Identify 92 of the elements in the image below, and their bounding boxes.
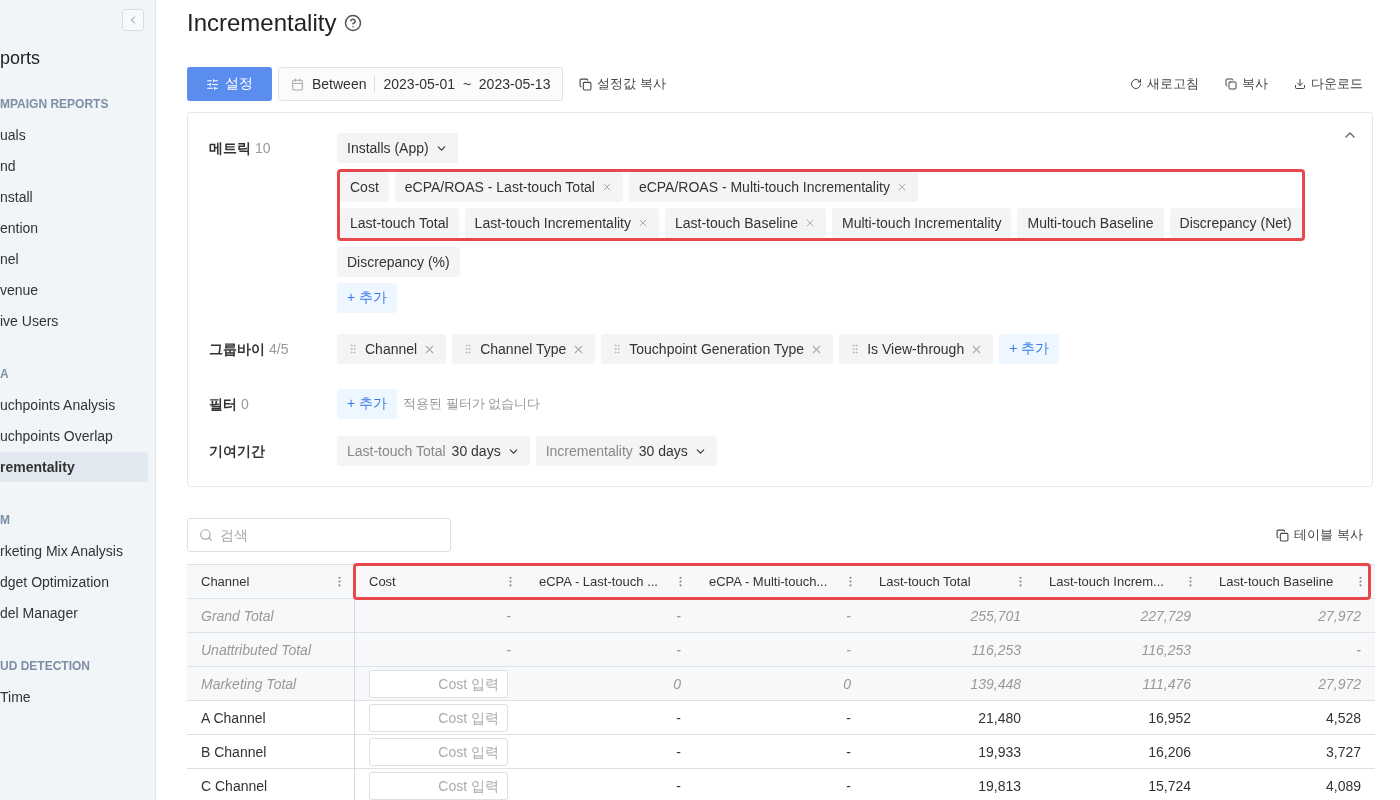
table-cell: - xyxy=(695,633,865,667)
toolbar-action-button[interactable]: 새로고침 xyxy=(1120,69,1209,99)
table-cell: 111,476 xyxy=(1035,667,1205,701)
drag-handle-icon[interactable] xyxy=(347,343,359,355)
table-cell: - xyxy=(355,633,525,667)
sidebar-section-heading: MPAIGN REPORTS xyxy=(0,96,110,113)
table-cell: 116,253 xyxy=(865,633,1035,667)
date-range: 2023-05-01 ~ 2023-05-13 xyxy=(383,76,551,92)
metric-chip[interactable]: Multi-touch Incrementality xyxy=(831,208,1012,238)
sidebar-title: ports xyxy=(0,47,42,70)
download-icon xyxy=(1294,78,1306,90)
table-cell: - xyxy=(1205,633,1375,667)
row-label: B Channel xyxy=(187,735,355,769)
cost-input-field[interactable]: Cost 입력 xyxy=(369,737,508,766)
sidebar-item[interactable]: Time xyxy=(0,682,148,712)
group-by-chip[interactable]: Channel Type xyxy=(452,334,596,364)
cost-input-field[interactable]: Cost 입력 xyxy=(369,771,508,800)
metric-chip[interactable]: Multi-touch Baseline xyxy=(1017,208,1164,238)
event-dropdown[interactable]: Installs (App) xyxy=(337,133,458,163)
sidebar-section-heading: M xyxy=(0,512,11,529)
table-cell: 27,972 xyxy=(1205,667,1375,701)
empty-filter-text: 적용된 필터가 없습니다 xyxy=(403,395,541,413)
table-cell: - xyxy=(525,599,695,633)
column-header[interactable]: Channel xyxy=(187,565,355,599)
row-label: A Channel xyxy=(187,701,355,735)
add-filter-button[interactable]: + 추가 xyxy=(337,389,398,419)
metric-chip[interactable]: eCPA/ROAS - Multi-touch Incrementality xyxy=(628,172,918,202)
sidebar-section-heading: UD DETECTION xyxy=(0,658,91,675)
copy-icon xyxy=(579,77,593,91)
sidebar-item[interactable]: uchpoints Analysis xyxy=(0,390,148,420)
metric-label: 메트릭 10 xyxy=(209,139,272,158)
copy-icon xyxy=(1276,528,1290,542)
sidebar-item[interactable]: ive Users xyxy=(0,306,148,336)
sidebar-item[interactable]: rementality xyxy=(0,452,148,482)
table-cell: 0 xyxy=(695,667,865,701)
copy-settings-button[interactable]: 설정값 복사 xyxy=(569,69,677,99)
copy-table-button[interactable]: 테이블 복사 xyxy=(1266,520,1373,550)
filter-label: 필터 0 xyxy=(209,395,250,414)
metric-chip[interactable]: Last-touch Total xyxy=(340,208,459,238)
metric-chip[interactable]: Last-touch Baseline xyxy=(665,208,826,238)
sidebar-item[interactable]: dget Optimization xyxy=(0,567,148,597)
add-group-by-button[interactable]: + 추가 xyxy=(999,334,1060,364)
page-title: Incrementality xyxy=(187,9,337,37)
table-cell: 27,972 xyxy=(1205,599,1375,633)
table-cell: 139,448 xyxy=(865,667,1035,701)
toolbar-action-button[interactable]: 다운로드 xyxy=(1284,69,1373,99)
date-range-button[interactable]: Between 2023-05-01 ~ 2023-05-13 xyxy=(278,67,564,101)
cost-input-field[interactable]: Cost 입력 xyxy=(369,703,508,732)
add-metric-button[interactable]: + 추가 xyxy=(337,283,398,313)
date-mode: Between xyxy=(312,76,367,92)
row-label: Grand Total xyxy=(187,599,355,633)
group-by-label: 그룹바이 4/5 xyxy=(209,340,290,359)
refresh-icon xyxy=(1130,78,1142,90)
cost-input-field[interactable]: Cost 입력 xyxy=(369,669,508,698)
metric-chip[interactable]: Cost xyxy=(340,172,389,202)
calendar-icon xyxy=(291,77,304,91)
table-cell: - xyxy=(355,599,525,633)
table-cell: - xyxy=(695,599,865,633)
table-cell: 0 xyxy=(525,667,695,701)
group-by-chip[interactable]: Is View-through xyxy=(839,334,994,364)
sidebar-item[interactable]: nstall xyxy=(0,182,148,212)
copy-icon xyxy=(1225,78,1237,90)
metric-chip[interactable]: Discrepancy (%) xyxy=(337,247,460,277)
metric-chip[interactable]: Discrepancy (Net) xyxy=(1169,208,1302,238)
row-label: Unattributed Total xyxy=(187,633,355,667)
sidebar-item[interactable]: del Manager xyxy=(0,598,148,628)
sidebar-item[interactable]: uchpoints Overlap xyxy=(0,421,148,451)
search-field[interactable]: 검색 xyxy=(187,518,451,552)
sidebar-item[interactable]: uals xyxy=(0,120,148,150)
sidebar-item[interactable]: rketing Mix Analysis xyxy=(0,536,148,566)
attribution-window-dropdown[interactable]: Last-touch Total 30 days xyxy=(337,436,530,466)
sidebar-item[interactable]: nd xyxy=(0,151,148,181)
sidebar-section-heading: A xyxy=(0,366,10,383)
collapse-sidebar-button[interactable] xyxy=(122,9,144,31)
row-label: Marketing Total xyxy=(187,667,355,701)
table-cell: 255,701 xyxy=(865,599,1035,633)
toolbar-action-button[interactable]: 복사 xyxy=(1215,69,1278,99)
close-icon[interactable] xyxy=(637,217,649,229)
sidebar-item[interactable]: venue xyxy=(0,275,148,305)
help-icon[interactable] xyxy=(344,14,363,32)
sidebar-item[interactable]: ention xyxy=(0,213,148,243)
metric-chip[interactable]: eCPA/ROAS - Last-touch Total xyxy=(394,172,623,202)
sliders-icon xyxy=(206,77,219,91)
table-cell: - xyxy=(525,633,695,667)
sidebar-item[interactable]: nel xyxy=(0,244,148,274)
group-by-chip[interactable]: Channel xyxy=(337,334,447,364)
attribution-label: 기여기간 xyxy=(209,442,266,461)
metric-chip[interactable]: Last-touch Incrementality xyxy=(464,208,659,238)
group-by-chip[interactable]: Touchpoint Generation Type xyxy=(601,334,834,364)
table-cell: 116,253 xyxy=(1035,633,1205,667)
attribution-window-dropdown[interactable]: Incrementality 30 days xyxy=(535,436,717,466)
table-cell: 227,729 xyxy=(1035,599,1205,633)
